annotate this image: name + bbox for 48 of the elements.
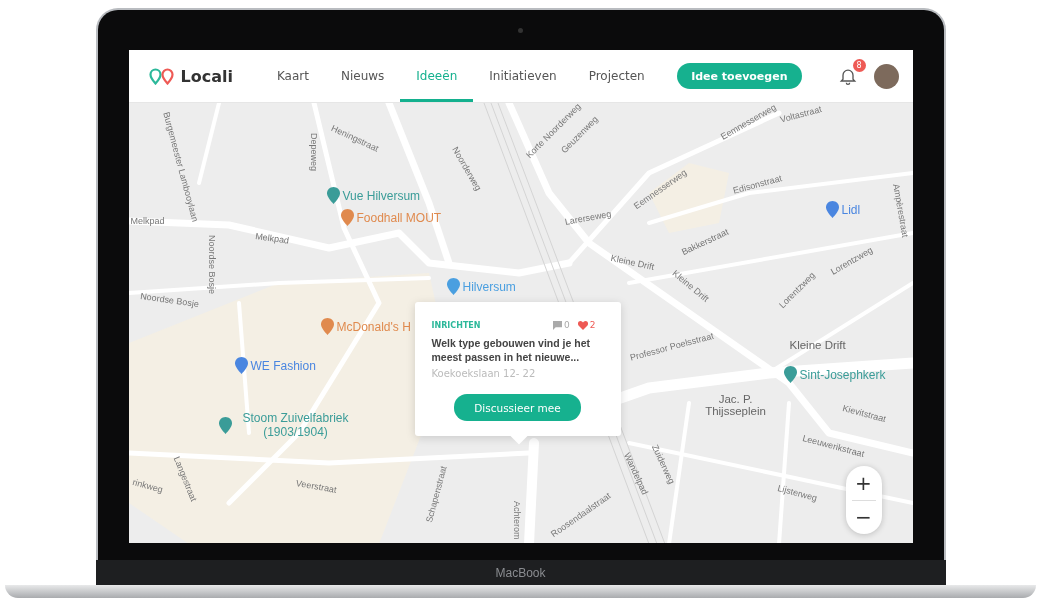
nav-tab[interactable]: Initiatieven — [473, 50, 573, 102]
place-label: Jac. P. Thijsseplein — [704, 393, 767, 417]
comment-icon — [553, 320, 563, 330]
comment-count: 0 — [564, 320, 570, 330]
map-pin-icon[interactable] — [326, 187, 340, 204]
place-label: Sint-Josephkerk — [799, 367, 886, 382]
street-label: Ampèrestraat — [890, 183, 910, 238]
street-label: Noordse Bosje — [206, 235, 217, 295]
like-count: 2 — [589, 320, 596, 330]
logo-text: Locali — [180, 66, 233, 86]
map-pin-icon[interactable] — [340, 209, 354, 226]
map-pin-icon[interactable] — [783, 366, 797, 383]
zoom-in-button[interactable]: + — [845, 466, 882, 500]
map-pin-icon[interactable] — [234, 357, 248, 374]
map-pin-icon[interactable] — [446, 278, 460, 295]
street-label: rinkweg — [130, 477, 164, 495]
notification-badge: 8 — [852, 59, 866, 72]
nav-tab[interactable]: Projecten — [572, 50, 661, 102]
street-label: Kleine Drift — [609, 253, 655, 272]
nav-tab[interactable]: Nieuws — [324, 50, 401, 102]
place-label: Lidl — [841, 202, 861, 217]
street-label: Noordse Bosje — [139, 291, 199, 310]
street-label: Veerstraat — [294, 478, 337, 495]
street-label: Melkpad — [130, 216, 165, 226]
map-pin-icon[interactable] — [825, 201, 839, 218]
place-label: Foodhall MOUT — [356, 210, 442, 225]
map-pin-icon[interactable] — [218, 416, 232, 434]
place-label: Stoom Zuivelfabriek (1903/1904) — [241, 411, 350, 439]
place-label: McDonald's H — [336, 319, 411, 334]
heart-icon — [577, 320, 588, 330]
place-label: Kleine Drift — [789, 339, 846, 351]
idea-title: Welk type gebouwen vind je het meest passen in het nieuwe... — [431, 336, 591, 364]
avatar[interactable] — [873, 63, 899, 89]
brand-label: MacBook — [495, 565, 546, 580]
nav-tab[interactable]: Kaart — [260, 50, 325, 102]
camera-icon — [518, 28, 523, 33]
logo-pins-icon — [148, 67, 175, 85]
category-label: INRICHTEN — [431, 320, 482, 330]
place-label: WE Fashion — [250, 358, 316, 373]
place-label: Vue Hilversum — [342, 188, 421, 203]
zoom-out-button[interactable]: − — [845, 500, 882, 534]
street-label: Achterom — [511, 501, 522, 540]
address-text: Koekoekslaan 12- 22 — [431, 368, 537, 379]
place-label: Hilversum — [462, 279, 516, 294]
street-label: Melkpad — [254, 231, 290, 246]
street-label: Larerseweg — [563, 208, 612, 227]
street-label: Depeweg — [308, 133, 319, 172]
map-pin-icon[interactable] — [320, 318, 334, 335]
